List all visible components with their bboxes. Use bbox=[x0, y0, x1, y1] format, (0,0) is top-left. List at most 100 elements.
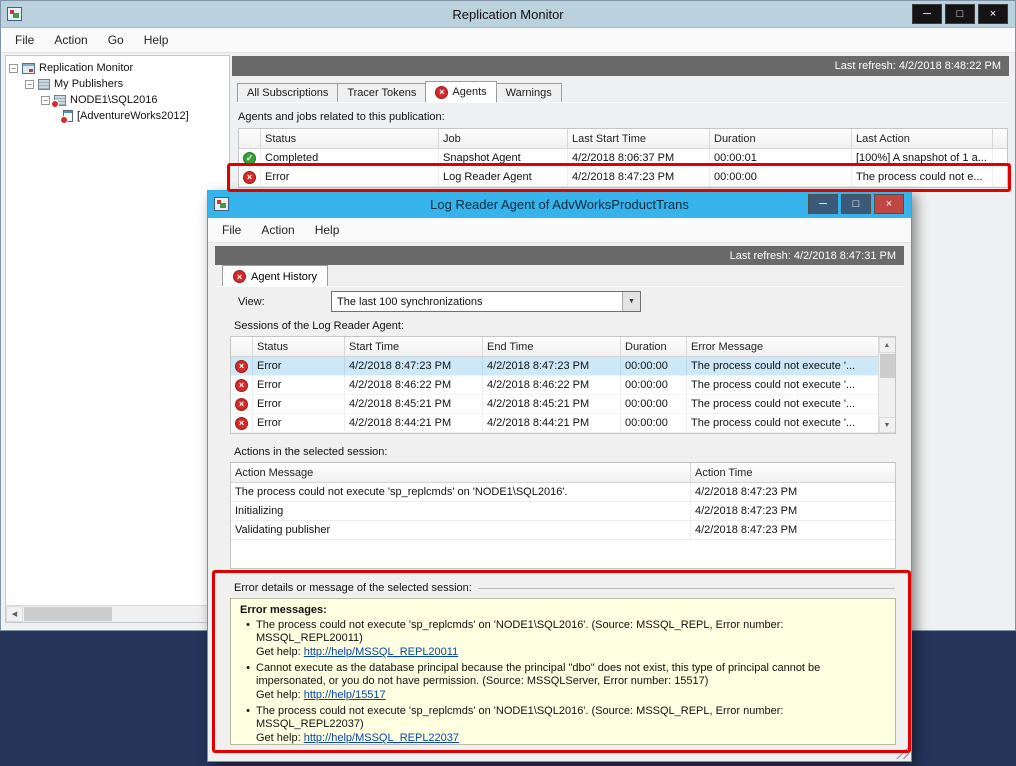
column-header-error-message[interactable]: Error Message bbox=[687, 337, 878, 356]
error-message-body: The process could not execute 'sp_replcm… bbox=[256, 705, 886, 745]
error-message-text: The process could not execute 'sp_replcm… bbox=[256, 705, 783, 730]
scroll-left-button[interactable]: ◀ bbox=[6, 606, 23, 622]
error-icon: × bbox=[235, 379, 248, 392]
get-help-label: Get help: bbox=[256, 732, 301, 744]
column-header-duration[interactable]: Duration bbox=[621, 337, 687, 356]
collapse-toggle-icon[interactable]: − bbox=[9, 64, 18, 73]
chevron-down-icon[interactable]: ▼ bbox=[622, 292, 640, 311]
agent-row-snapshot[interactable]: ✓ Completed Snapshot Agent 4/2/2018 8:06… bbox=[239, 149, 1007, 168]
column-header-status[interactable]: Status bbox=[253, 337, 345, 356]
error-details-box: Error messages: • The process could not … bbox=[230, 598, 896, 745]
tree-item-adventureworks2012[interactable]: [AdventureWorks2012] bbox=[6, 108, 229, 124]
agent-last-refresh-bar: Last refresh: 4/2/2018 8:47:31 PM bbox=[215, 246, 904, 265]
cell-last-start: 4/2/2018 8:47:23 PM bbox=[568, 168, 710, 186]
cell-action-time: 4/2/2018 8:47:23 PM bbox=[691, 502, 895, 520]
column-header-status[interactable]: Status bbox=[261, 129, 439, 148]
error-overlay-icon bbox=[60, 116, 68, 124]
get-help-link[interactable]: http://help/15517 bbox=[304, 689, 386, 701]
session-row[interactable]: × Error 4/2/2018 8:46:22 PM 4/2/2018 8:4… bbox=[231, 376, 878, 395]
column-header-last-start-time[interactable]: Last Start Time bbox=[568, 129, 710, 148]
menu-item-help[interactable]: Help bbox=[134, 29, 179, 51]
tab-agent-history[interactable]: × Agent History bbox=[222, 265, 328, 287]
session-row[interactable]: × Error 4/2/2018 8:44:21 PM 4/2/2018 8:4… bbox=[231, 414, 878, 433]
tab-all-subscriptions[interactable]: All Subscriptions bbox=[237, 83, 338, 103]
scroll-thumb[interactable] bbox=[24, 607, 112, 621]
action-row[interactable]: Validating publisher 4/2/2018 8:47:23 PM bbox=[231, 521, 895, 540]
view-dropdown[interactable]: The last 100 synchronizations ▼ bbox=[331, 291, 641, 312]
cell-status: Error bbox=[253, 376, 345, 394]
tab-warnings[interactable]: Warnings bbox=[496, 83, 562, 103]
minimize-button[interactable]: ─ bbox=[808, 194, 838, 214]
cell-duration: 00:00:00 bbox=[621, 414, 687, 432]
view-dropdown-value: The last 100 synchronizations bbox=[332, 292, 622, 311]
minimize-button[interactable]: ─ bbox=[912, 4, 942, 24]
column-header-duration[interactable]: Duration bbox=[710, 129, 852, 148]
close-button[interactable]: × bbox=[874, 194, 904, 214]
cell-start-time: 4/2/2018 8:44:21 PM bbox=[345, 414, 483, 432]
log-reader-agent-window: Log Reader Agent of AdvWorksProductTrans… bbox=[207, 190, 912, 762]
tab-label: All Subscriptions bbox=[247, 87, 328, 99]
error-icon: × bbox=[235, 360, 248, 373]
error-icon: × bbox=[235, 417, 248, 430]
get-help-link[interactable]: http://help/MSSQL_REPL20011 bbox=[304, 646, 459, 658]
column-header-start-time[interactable]: Start Time bbox=[345, 337, 483, 356]
cell-error-message: The process could not execute '... bbox=[687, 376, 878, 394]
agent-window-controls: ─ □ × bbox=[808, 194, 904, 214]
column-header-action-time[interactable]: Action Time bbox=[691, 463, 895, 482]
close-button[interactable]: × bbox=[978, 4, 1008, 24]
cell-error-message: The process could not execute '... bbox=[687, 414, 878, 432]
maximize-button[interactable]: □ bbox=[841, 194, 871, 214]
resize-grip[interactable] bbox=[896, 746, 909, 759]
cell-filler bbox=[993, 149, 1007, 167]
error-messages-heading: Error messages: bbox=[240, 604, 886, 616]
column-header-icon[interactable] bbox=[231, 337, 253, 356]
column-header-last-action[interactable]: Last Action bbox=[852, 129, 993, 148]
menu-item-help[interactable]: Help bbox=[305, 219, 350, 241]
tree-item-replication-monitor[interactable]: − Replication Monitor bbox=[6, 60, 229, 76]
collapse-toggle-icon[interactable]: − bbox=[25, 80, 34, 89]
action-row[interactable]: Initializing 4/2/2018 8:47:23 PM bbox=[231, 502, 895, 521]
tab-tracer-tokens[interactable]: Tracer Tokens bbox=[337, 83, 426, 103]
menu-item-go[interactable]: Go bbox=[98, 29, 134, 51]
agent-tabs: × Agent History bbox=[222, 265, 328, 287]
main-menu-bar: File Action Go Help bbox=[1, 28, 1015, 53]
error-message-text: The process could not execute 'sp_replcm… bbox=[256, 619, 783, 644]
column-header-icon[interactable] bbox=[239, 129, 261, 148]
sessions-table: Status Start Time End Time Duration Erro… bbox=[230, 336, 896, 434]
scroll-down-button[interactable]: ▼ bbox=[879, 417, 896, 433]
error-message-body: Cannot execute as the database principal… bbox=[256, 662, 886, 702]
tab-agents[interactable]: × Agents bbox=[425, 81, 496, 103]
main-window-controls: ─ □ × bbox=[912, 4, 1008, 24]
agent-row-log-reader[interactable]: × Error Log Reader Agent 4/2/2018 8:47:2… bbox=[239, 168, 1007, 187]
desktop: Replication Monitor ─ □ × File Action Go… bbox=[0, 0, 1016, 766]
action-row[interactable]: The process could not execute 'sp_replcm… bbox=[231, 483, 895, 502]
maximize-button[interactable]: □ bbox=[945, 4, 975, 24]
cell-duration: 00:00:01 bbox=[710, 149, 852, 167]
menu-item-file[interactable]: File bbox=[5, 29, 44, 51]
column-header-end-time[interactable]: End Time bbox=[483, 337, 621, 356]
tree-item-my-publishers[interactable]: − My Publishers bbox=[6, 76, 229, 92]
get-help-link[interactable]: http://help/MSSQL_REPL22037 bbox=[304, 732, 459, 744]
menu-item-file[interactable]: File bbox=[212, 219, 251, 241]
cell-status: Error bbox=[253, 357, 345, 375]
session-row[interactable]: × Error 4/2/2018 8:47:23 PM 4/2/2018 8:4… bbox=[231, 357, 878, 376]
sessions-table-body: Status Start Time End Time Duration Erro… bbox=[231, 337, 878, 433]
cell-action-time: 4/2/2018 8:47:23 PM bbox=[691, 521, 895, 539]
agent-window-title: Log Reader Agent of AdvWorksProductTrans bbox=[208, 197, 911, 212]
cell-filler bbox=[993, 168, 1007, 186]
menu-item-action[interactable]: Action bbox=[44, 29, 97, 51]
cell-status-icon: × bbox=[231, 414, 253, 432]
column-header-action-message[interactable]: Action Message bbox=[231, 463, 691, 482]
success-icon: ✓ bbox=[243, 152, 256, 165]
bullet-icon: • bbox=[240, 705, 256, 745]
menu-item-action[interactable]: Action bbox=[251, 219, 304, 241]
error-message-item: • The process could not execute 'sp_repl… bbox=[240, 619, 886, 659]
tree-item-node1-sql2016[interactable]: − NODE1\SQL2016 bbox=[6, 92, 229, 108]
scroll-up-button[interactable]: ▲ bbox=[879, 337, 896, 353]
collapse-toggle-icon[interactable]: − bbox=[41, 96, 50, 105]
error-overlay-icon bbox=[51, 100, 59, 108]
cell-status: Error bbox=[253, 414, 345, 432]
session-row[interactable]: × Error 4/2/2018 8:45:21 PM 4/2/2018 8:4… bbox=[231, 395, 878, 414]
scroll-thumb[interactable] bbox=[880, 354, 895, 378]
column-header-job[interactable]: Job bbox=[439, 129, 568, 148]
